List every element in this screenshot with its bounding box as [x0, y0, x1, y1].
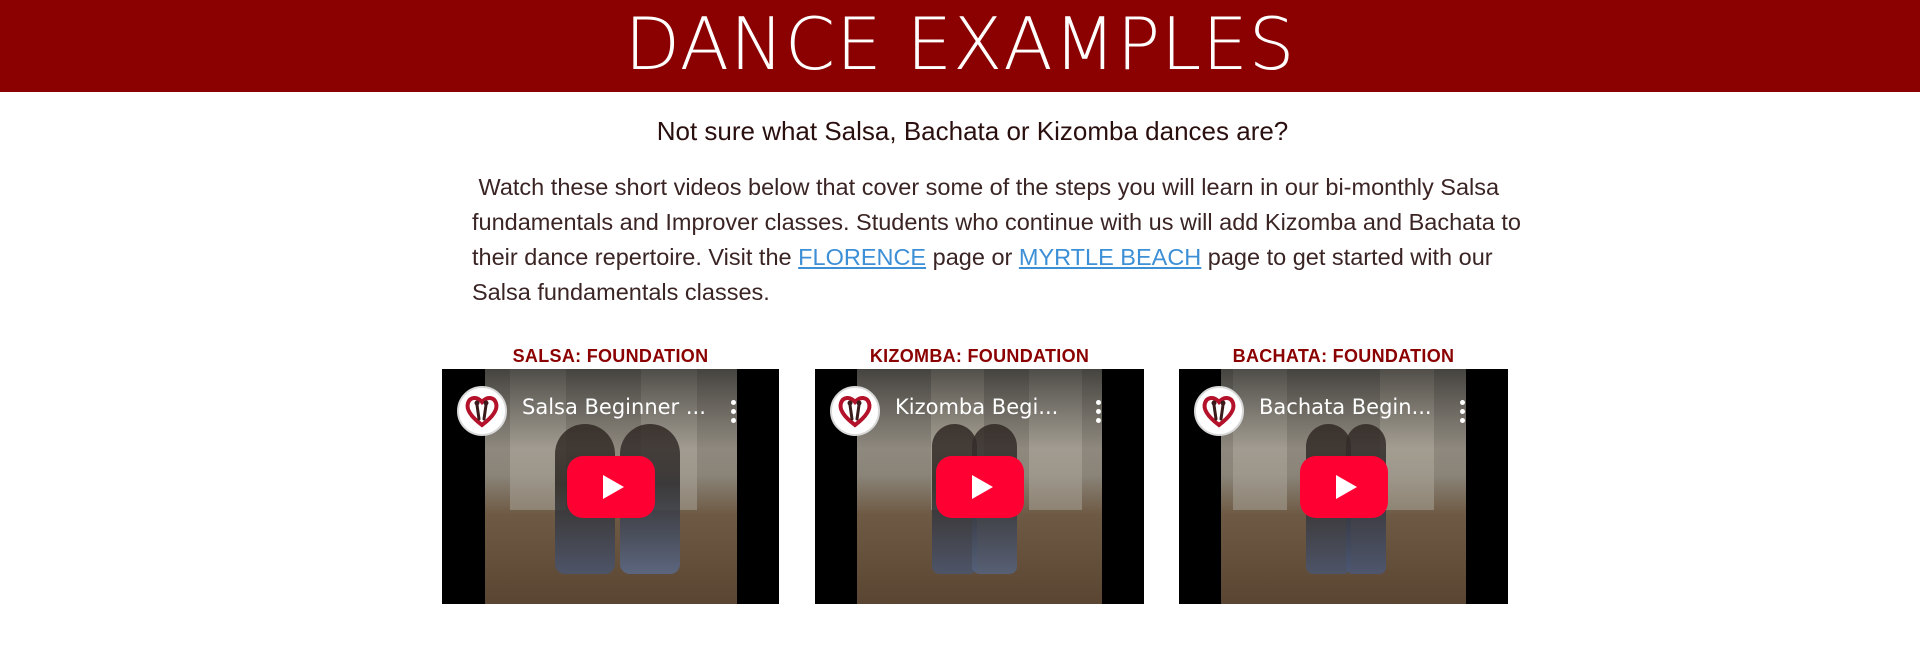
heart-dancers-logo-icon[interactable]	[1194, 386, 1244, 436]
video-title[interactable]: Bachata Begin...	[1259, 395, 1458, 419]
play-button[interactable]	[1299, 455, 1388, 518]
heart-dancers-logo-icon[interactable]	[457, 386, 507, 436]
florence-link[interactable]: FLORENCE	[798, 244, 926, 270]
intro-text-middle: page or	[926, 244, 1019, 270]
video-card-kizomba: KIZOMBA: FOUNDATION Kizomba Begi...	[815, 343, 1144, 604]
video-heading: BACHATA: FOUNDATION	[1232, 346, 1455, 366]
intro-heading: Not sure what Salsa, Bachata or Kizomba …	[656, 116, 1289, 146]
video-heading: KIZOMBA: FOUNDATION	[869, 346, 1090, 366]
play-icon	[602, 474, 624, 499]
video-heading: SALSA: FOUNDATION	[512, 346, 709, 366]
more-vert-icon[interactable]	[1096, 400, 1102, 423]
video-card-bachata: BACHATA: FOUNDATION Bachata Begin...	[1179, 343, 1508, 604]
more-vert-icon[interactable]	[1460, 400, 1466, 423]
video-player[interactable]: Kizomba Begi...	[815, 369, 1144, 604]
video-player[interactable]: Salsa Beginner ...	[442, 369, 779, 604]
video-player[interactable]: Bachata Begin...	[1179, 369, 1508, 604]
play-button[interactable]	[566, 455, 655, 518]
play-icon	[1335, 474, 1357, 499]
video-card-salsa: SALSA: FOUNDATION Salsa Beginner ...	[442, 343, 779, 604]
play-icon	[971, 474, 993, 499]
more-vert-icon[interactable]	[731, 400, 737, 423]
play-button[interactable]	[935, 455, 1024, 518]
video-title[interactable]: Kizomba Begi...	[895, 395, 1094, 419]
intro-paragraph: Watch these short videos below that cove…	[472, 170, 1522, 310]
page-banner: DANCE EXAMPLES	[0, 0, 1920, 92]
myrtle-beach-link[interactable]: MYRTLE BEACH	[1019, 244, 1201, 270]
page-title: DANCE EXAMPLES	[624, 2, 1296, 86]
heart-dancers-logo-icon[interactable]	[830, 386, 880, 436]
video-title[interactable]: Salsa Beginner ...	[522, 395, 729, 419]
